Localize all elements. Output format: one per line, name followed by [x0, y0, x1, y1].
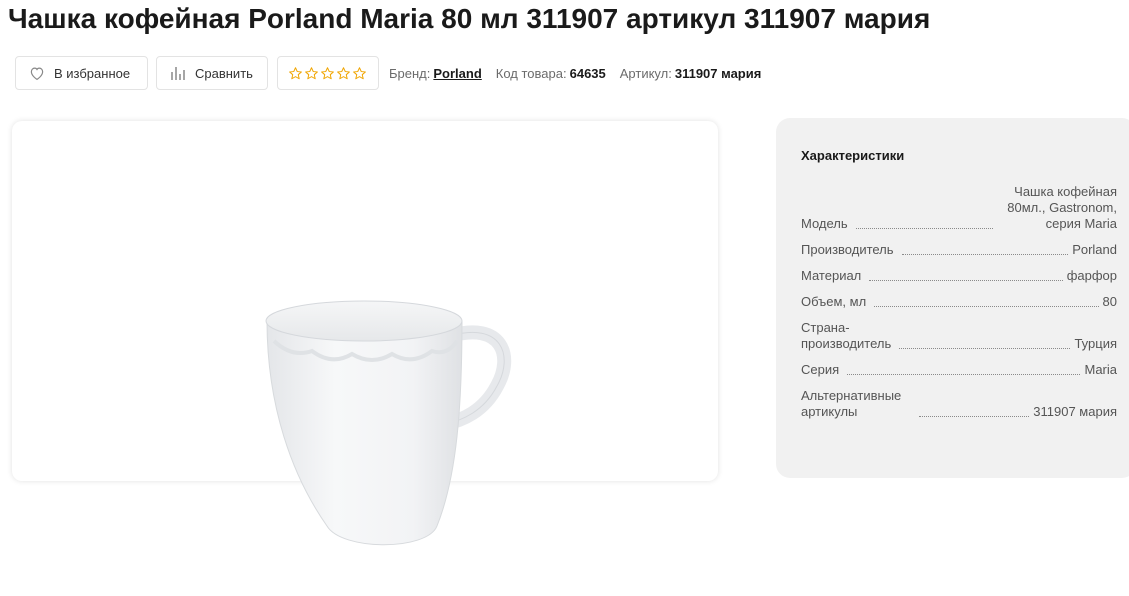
- brand-info: Бренд: Porland: [389, 66, 482, 81]
- spec-value: фарфор: [1066, 268, 1117, 283]
- favorite-label: В избранное: [54, 65, 131, 81]
- star-outline-icon[interactable]: [320, 66, 335, 81]
- compare-label: Сравнить: [195, 65, 253, 81]
- article-value: 311907 мария: [674, 65, 762, 81]
- rating-stars: [288, 66, 367, 81]
- spec-label: Модель: [801, 216, 848, 231]
- spec-leader: [874, 306, 1099, 307]
- spec-label: Материал: [801, 268, 862, 283]
- spec-value: Чашка кофейная 80мл., Gastronom, серия M…: [1007, 184, 1117, 231]
- spec-leader: [899, 348, 1071, 349]
- spec-row: Объем, мл 80: [801, 294, 1117, 310]
- spec-label: Альтернативные артикулы: [801, 388, 902, 419]
- product-gallery[interactable]: [12, 121, 718, 546]
- brand-label: Бренд:: [389, 65, 431, 81]
- spec-leader: [847, 374, 1081, 375]
- spec-leader: [855, 228, 993, 229]
- page-title: Чашка кофейная Porland Maria 80 мл 31190…: [8, 3, 931, 34]
- spec-label: Страна-производитель: [801, 320, 892, 351]
- star-outline-icon[interactable]: [352, 66, 367, 81]
- spec-label: Объем, мл: [801, 294, 867, 309]
- product-image: [265, 300, 512, 546]
- spec-value: Maria: [1084, 362, 1117, 377]
- compare-button[interactable]: Сравнить: [156, 56, 268, 90]
- spec-leader: [919, 416, 1030, 417]
- specs-list: Модель Чашка кофейная 80мл., Gastronom, с…: [801, 180, 1117, 420]
- spec-leader: [901, 254, 1069, 255]
- spec-label: Производитель: [801, 242, 894, 257]
- spec-leader: [869, 280, 1063, 281]
- spec-value: Porland: [1072, 242, 1117, 257]
- spec-value: 80: [1102, 294, 1117, 309]
- code-label: Код товара:: [495, 65, 567, 81]
- star-outline-icon[interactable]: [336, 66, 351, 81]
- bar-chart-icon: [169, 64, 187, 82]
- specs-panel: Характеристики Модель Чашка кофейная 80мл…: [776, 118, 1129, 478]
- product-meta: Бренд: Porland Код товара: 64635 Артикул…: [389, 66, 775, 81]
- spec-row: Серия Maria: [801, 362, 1117, 378]
- spec-label: Серия: [801, 362, 840, 377]
- article-info: Артикул: 311907 мария: [620, 66, 762, 81]
- spec-row: Производитель Porland: [801, 242, 1117, 258]
- spec-value: 311907 мария: [1033, 404, 1117, 419]
- star-outline-icon[interactable]: [288, 66, 303, 81]
- code-info: Код товара: 64635: [496, 66, 606, 81]
- specs-title: Характеристики: [801, 148, 905, 163]
- star-outline-icon[interactable]: [304, 66, 319, 81]
- rating-widget[interactable]: [277, 56, 379, 90]
- spec-row: Страна-производитель Турция: [801, 320, 1117, 352]
- heart-icon: [28, 64, 46, 82]
- spec-value: Турция: [1074, 336, 1117, 351]
- article-label: Артикул:: [619, 65, 672, 81]
- brand-link[interactable]: Porland: [433, 66, 481, 81]
- spec-row: Модель Чашка кофейная 80мл., Gastronom, с…: [801, 184, 1117, 232]
- spec-row: Альтернативные артикулы 311907 мария: [801, 388, 1117, 420]
- product-actions: В избранное Сравнить Бренд: Porland Код …: [15, 56, 775, 90]
- code-value: 64635: [569, 65, 606, 81]
- spec-row: Материал фарфор: [801, 268, 1117, 284]
- favorite-button[interactable]: В избранное: [15, 56, 148, 90]
